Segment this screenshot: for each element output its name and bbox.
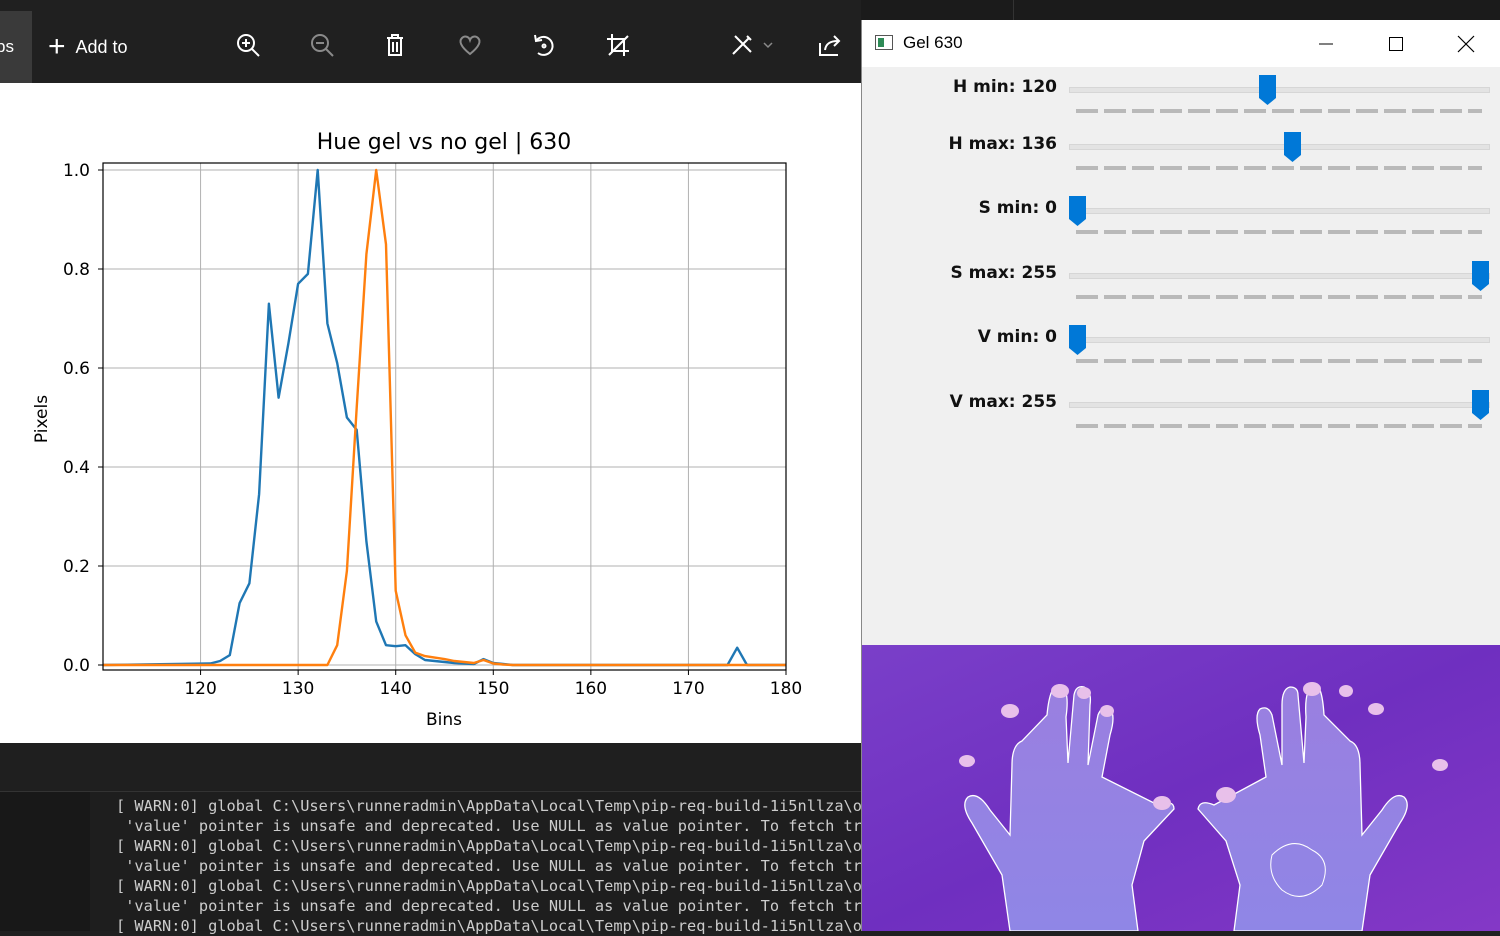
- trackbar-thumb[interactable]: [1472, 390, 1489, 420]
- terminal-line: [ WARN:0] global C:\Users\runneradmin\Ap…: [116, 797, 861, 815]
- trackbar-thumb[interactable]: [1472, 261, 1489, 291]
- trackbar-track[interactable]: [1069, 402, 1490, 408]
- terminal-panel: [ WARN:0] global C:\Users\runneradmin\Ap…: [0, 743, 861, 935]
- trackbar-ticks: [1076, 295, 1482, 299]
- y-tick-label: 0.6: [63, 359, 90, 379]
- terminal-gutter: [0, 792, 90, 931]
- hue-histogram-chart: 120 130 140 150 160 170 1800.00.20.40.60.81.0 …: [32, 130, 802, 730]
- trackbar-ticks: [1076, 424, 1482, 428]
- add-to-label: Add to: [75, 36, 128, 57]
- minimize-icon: [1319, 43, 1333, 44]
- close-button[interactable]: [1431, 20, 1500, 67]
- trackbar-row: S min: 0: [862, 194, 1500, 258]
- terminal-line: 'value' pointer is unsafe and deprecated…: [116, 817, 861, 835]
- x-axis-label: Bins: [426, 710, 462, 730]
- crop-icon[interactable]: [601, 28, 635, 62]
- back-tab-label: ps: [0, 37, 14, 56]
- y-tick-label: 0.2: [63, 557, 90, 577]
- trackbar-row: H max: 136: [862, 130, 1500, 194]
- trackbar-label: H min: 120: [953, 77, 1057, 97]
- series-line-orange: [103, 168, 786, 667]
- chart-title: Hue gel vs no gel | 630: [317, 130, 572, 155]
- edit-icon[interactable]: [721, 28, 781, 62]
- background-strip: [861, 0, 1500, 20]
- terminal-line: 'value' pointer is unsafe and deprecated…: [116, 897, 861, 915]
- trackbar-label: H max: 136: [948, 134, 1058, 154]
- app-window-icon: [875, 35, 893, 50]
- trackbar-thumb[interactable]: [1069, 325, 1086, 355]
- terminal-output[interactable]: [ WARN:0] global C:\Users\runneradmin\Ap…: [116, 796, 861, 936]
- trackbar-thumb[interactable]: [1069, 196, 1086, 226]
- maximize-icon: [1389, 36, 1403, 51]
- x-tick-label: 160: [575, 679, 607, 699]
- window-titlebar[interactable]: Gel 630: [862, 20, 1500, 67]
- trackbar-row: V max: 255: [862, 388, 1500, 452]
- y-tick-label: 0.4: [63, 458, 90, 478]
- rotate-icon[interactable]: [527, 28, 561, 62]
- trackbar-track[interactable]: [1069, 144, 1490, 150]
- trackbar-label: S max: 255: [950, 263, 1057, 283]
- delete-icon[interactable]: [378, 28, 412, 62]
- axes-frame: [102, 162, 787, 671]
- terminal-line: [ WARN:0] global C:\Users\runneradmin\Ap…: [116, 837, 861, 855]
- trackbar-thumb[interactable]: [1283, 132, 1301, 162]
- trackbar-panel: H min: 120 H max: 136 S min: 0 S max: 255 V …: [862, 67, 1500, 645]
- x-tick-label: 170: [672, 679, 704, 699]
- terminal-header: [0, 743, 861, 792]
- terminal-line: [ WARN:0] global C:\Users\runneradmin\Ap…: [116, 917, 861, 935]
- trackbar-label: V min: 0: [977, 327, 1057, 347]
- minimize-button[interactable]: [1291, 20, 1361, 67]
- y-tick-label: 1.0: [63, 161, 90, 181]
- trackbar-track[interactable]: [1069, 208, 1490, 214]
- x-tick-label: 130: [282, 679, 314, 699]
- trackbar-track[interactable]: [1069, 337, 1490, 343]
- terminal-line: [ WARN:0] global C:\Users\runneradmin\Ap…: [116, 877, 861, 895]
- trackbar-ticks: [1076, 109, 1482, 113]
- maximize-button[interactable]: [1361, 20, 1431, 67]
- y-axis-label: Pixels: [32, 395, 52, 443]
- y-tick-label: 0.8: [63, 260, 90, 280]
- close-icon: [1457, 35, 1475, 52]
- photos-toolbar: ps + Add to: [0, 0, 861, 83]
- trackbar-label: V max: 255: [949, 392, 1057, 412]
- hands-uv-image: [862, 645, 1500, 931]
- series-line-blue: [102, 168, 786, 667]
- add-to-button[interactable]: + Add to: [48, 30, 128, 64]
- trackbar-thumb[interactable]: [1258, 75, 1276, 105]
- plus-icon: +: [48, 30, 66, 63]
- y-tick-label: 0.0: [63, 656, 90, 676]
- opencv-window: Gel 630 H min: 120 H max: 136 S min: 0 S ma…: [861, 20, 1500, 931]
- x-tick-label: 120: [184, 679, 216, 699]
- heart-icon[interactable]: [453, 28, 487, 62]
- trackbar-ticks: [1076, 230, 1482, 234]
- trackbar-ticks: [1076, 359, 1482, 363]
- trackbar-row: H min: 120: [862, 73, 1500, 137]
- plot-panel: 120 130 140 150 160 170 180 0.0 0.2 0.4 0.6 0.8 1.0 …: [0, 83, 861, 743]
- window-title: Gel 630: [903, 33, 963, 52]
- x-tick-label: 140: [379, 679, 411, 699]
- share-icon[interactable]: [813, 28, 847, 62]
- trackbar-row: S max: 255: [862, 259, 1500, 323]
- trackbar-row: V min: 0: [862, 323, 1500, 387]
- trackbar-track[interactable]: [1069, 273, 1490, 279]
- x-tick-label: 180: [770, 679, 802, 699]
- back-tab[interactable]: ps: [0, 11, 32, 83]
- zoom-in-icon[interactable]: [231, 28, 265, 62]
- zoom-out-icon[interactable]: [305, 28, 339, 62]
- terminal-line: 'value' pointer is unsafe and deprecated…: [116, 857, 861, 875]
- trackbar-ticks: [1076, 166, 1482, 170]
- trackbar-label: S min: 0: [978, 198, 1057, 218]
- trackbar-track[interactable]: [1069, 87, 1490, 93]
- x-tick-label: 150: [477, 679, 509, 699]
